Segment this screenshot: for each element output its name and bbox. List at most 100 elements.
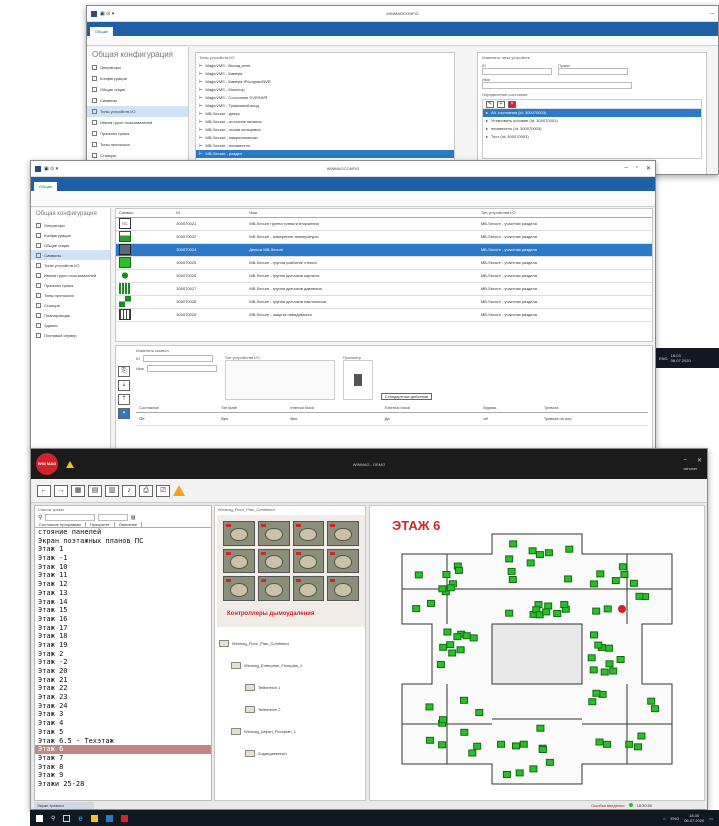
sensor-icon[interactable] bbox=[625, 740, 634, 748]
table-row[interactable]: 300070024 Деньги MB-Secure MB-Secure - уча… bbox=[116, 243, 652, 257]
close-button[interactable]: ✕ bbox=[646, 165, 651, 172]
sensor-icon[interactable] bbox=[505, 555, 514, 563]
sensor-icon[interactable] bbox=[542, 608, 551, 616]
search-input[interactable] bbox=[45, 514, 96, 521]
list-item[interactable]: ⊢ MB-Secure - линия кольцевых bbox=[196, 126, 454, 134]
sidebar-item[interactable]: Типы устройств I/O bbox=[31, 260, 110, 270]
export-button[interactable]: ⇡ bbox=[118, 394, 130, 405]
tree-item[interactable]: Этажи 25-28 bbox=[35, 780, 211, 789]
alert-icon[interactable] bbox=[173, 485, 185, 496]
sensor-icon[interactable] bbox=[609, 667, 618, 675]
sensor-icon[interactable] bbox=[603, 605, 612, 613]
sensor-icon[interactable] bbox=[460, 728, 469, 736]
table-row[interactable]: ПС 300070021 MB-Secure группа тревоги втор… bbox=[116, 217, 652, 231]
sensor-icon[interactable] bbox=[438, 741, 447, 749]
rights-field[interactable] bbox=[558, 68, 628, 75]
tree-item[interactable]: Этаж 16 bbox=[35, 615, 211, 624]
column-header[interactable]: Описание bbox=[115, 522, 143, 527]
smoke-controller-tile[interactable] bbox=[257, 548, 290, 574]
state-value-cell[interactable]: OK bbox=[136, 412, 219, 426]
save-button[interactable]: ▪ bbox=[118, 408, 130, 419]
sensor-icon[interactable] bbox=[592, 607, 601, 615]
state-item[interactable]: ▸ Тест (Id: 300070003) bbox=[483, 133, 701, 141]
sidebar-item[interactable]: Символы bbox=[31, 250, 110, 260]
sidebar-item[interactable]: Общие опции bbox=[31, 240, 110, 250]
sidebar-item[interactable]: Причины тревог bbox=[31, 280, 110, 290]
tree-item[interactable]: Этаж 5 bbox=[35, 728, 211, 737]
sensor-icon[interactable] bbox=[544, 602, 553, 610]
minimize-button[interactable]: – bbox=[624, 165, 627, 172]
sensor-icon[interactable] bbox=[545, 758, 554, 766]
sidebar-item[interactable]: Типы устройств I/O bbox=[87, 106, 188, 117]
tree-item[interactable]: Этаж 11 bbox=[35, 571, 211, 580]
sidebar-item[interactable]: Здания bbox=[31, 320, 110, 330]
sensor-icon[interactable] bbox=[611, 577, 620, 585]
list-item[interactable]: ⊢ MagicVMS - Выход реле bbox=[196, 62, 454, 70]
import-button[interactable]: ⇣ bbox=[118, 380, 130, 391]
smoke-controller-tile[interactable] bbox=[327, 521, 359, 546]
tree-item[interactable]: Этаж 8 bbox=[35, 763, 211, 772]
sidebar-item[interactable]: Операторы bbox=[31, 220, 110, 230]
state-value-cell[interactable]: Вкл bbox=[218, 412, 288, 426]
state-value-cell[interactable]: Вкл. bbox=[287, 412, 382, 426]
sensor-icon[interactable] bbox=[454, 566, 463, 574]
list-item[interactable]: ⊢ MagicVMS - Состояние DVR/NVR bbox=[196, 94, 454, 102]
list-item[interactable]: ⊢ MB-Secure - источник питания bbox=[196, 118, 454, 126]
edit-state-button[interactable]: ✎ bbox=[486, 101, 494, 108]
sidebar-item[interactable]: Типы протокола bbox=[87, 139, 188, 150]
sidebar-item[interactable]: Символы bbox=[87, 95, 188, 106]
sidebar-item[interactable]: Причины тревог bbox=[87, 128, 188, 139]
grid-icon[interactable]: ▤ bbox=[88, 484, 102, 497]
sensor-icon[interactable] bbox=[468, 749, 477, 757]
tree-item[interactable]: Этаж 7 bbox=[35, 754, 211, 763]
sensor-icon[interactable] bbox=[536, 724, 545, 732]
tab-general[interactable]: Общие bbox=[34, 182, 58, 191]
alarm-screen-tab[interactable]: Экран тревоги bbox=[34, 802, 94, 809]
symbol-id-field[interactable] bbox=[143, 355, 213, 362]
list-item[interactable]: ⊢ MB-Secure - дверь bbox=[196, 110, 454, 118]
sensor-icon[interactable] bbox=[460, 696, 468, 704]
smoke-controller-tile[interactable] bbox=[257, 576, 290, 601]
list-item[interactable]: ⊢ MagicVMS - Монитор bbox=[196, 86, 454, 94]
smoke-controller-tile[interactable] bbox=[223, 548, 255, 574]
sensor-icon[interactable] bbox=[651, 705, 659, 713]
explorer-icon[interactable] bbox=[90, 814, 98, 822]
tree-item[interactable]: Этаж 3 bbox=[35, 710, 211, 719]
plan-tree-item[interactable]: Winmag_Enterprise_Floorplan_2 bbox=[217, 654, 365, 676]
tree-item[interactable]: Этаж 23 bbox=[35, 693, 211, 702]
speaker-icon[interactable]: ♪ bbox=[122, 484, 136, 497]
plan-tree-item[interactable]: Teilbereich 1 bbox=[217, 676, 365, 698]
tree-item[interactable]: Этаж 14 bbox=[35, 598, 211, 607]
sensor-icon[interactable] bbox=[594, 641, 603, 649]
plan-tree-item[interactable]: Winmag_Airport_Floorplan_1 bbox=[217, 720, 365, 742]
table-row[interactable]: 300070026 MB-Secure - группа датчиков кар… bbox=[116, 269, 652, 283]
sidebar-item[interactable]: Имена групп пользователей bbox=[87, 117, 188, 128]
sensor-icon[interactable] bbox=[442, 571, 451, 578]
state-item[interactable]: ▸ Установить условие (Id: 300070001) bbox=[483, 117, 701, 125]
network-icon[interactable]: ⌂ bbox=[663, 816, 665, 821]
sensor-icon[interactable] bbox=[620, 571, 629, 578]
sidebar-item[interactable]: Почтовый сервер bbox=[31, 330, 110, 340]
list-item[interactable]: ⊢ MB-Secure - микросхемники bbox=[196, 134, 454, 142]
sidebar-item[interactable]: Имена групп пользователей bbox=[31, 270, 110, 280]
search-icon[interactable]: ⚲ bbox=[38, 514, 42, 521]
io-type-list[interactable] bbox=[224, 360, 335, 400]
sensor-icon[interactable] bbox=[600, 668, 609, 676]
tree-item[interactable]: Этаж 22 bbox=[35, 684, 211, 693]
sensor-icon[interactable] bbox=[603, 740, 611, 748]
delete-state-button[interactable]: × bbox=[508, 101, 516, 108]
sensor-icon[interactable] bbox=[529, 765, 538, 773]
sensor-icon[interactable] bbox=[535, 551, 544, 559]
sensor-icon[interactable] bbox=[515, 769, 524, 777]
tree-item[interactable]: Этаж 18 bbox=[35, 632, 211, 641]
table-row[interactable]: 300070022 MB-Secure - измерение температу… bbox=[116, 230, 652, 244]
state-value-cell[interactable]: Тревога по пер bbox=[540, 412, 648, 426]
table-row[interactable]: 300070029 MB-Secure - защита невидимости M… bbox=[116, 308, 652, 322]
sensor-icon[interactable] bbox=[508, 576, 517, 583]
sensor-icon[interactable] bbox=[618, 563, 627, 571]
sensor-icon[interactable] bbox=[590, 631, 598, 639]
sensor-icon[interactable] bbox=[502, 771, 511, 778]
layout-icon[interactable]: ▥ bbox=[105, 484, 119, 497]
sensor-icon[interactable] bbox=[637, 732, 646, 740]
sensor-icon[interactable] bbox=[425, 703, 434, 711]
